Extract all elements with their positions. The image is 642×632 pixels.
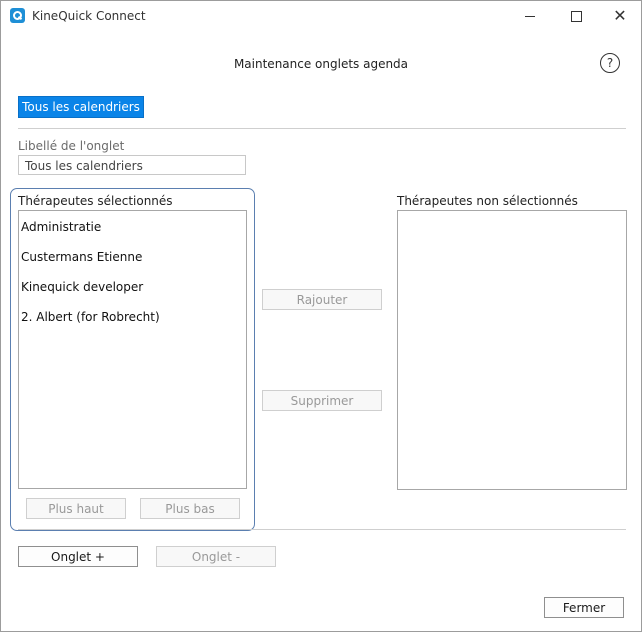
maximize-icon bbox=[570, 10, 582, 22]
list-item[interactable]: Kinequick developer bbox=[21, 280, 143, 294]
tab-name-input[interactable]: Tous les calendriers bbox=[18, 155, 246, 175]
list-item[interactable]: Administratie bbox=[21, 220, 101, 234]
add-button[interactable]: Rajouter bbox=[262, 289, 382, 310]
selected-therapists-list[interactable]: Administratie Custermans Etienne Kinequi… bbox=[18, 210, 247, 489]
tab-all-calendars[interactable]: Tous les calendriers bbox=[18, 96, 144, 118]
divider bbox=[18, 128, 626, 129]
unselected-therapists-label: Thérapeutes non sélectionnés bbox=[397, 194, 578, 208]
kinequick-app-icon bbox=[10, 8, 25, 23]
minimize-button[interactable] bbox=[507, 1, 553, 31]
remove-button[interactable]: Supprimer bbox=[262, 390, 382, 411]
maximize-button[interactable] bbox=[553, 1, 599, 31]
list-item[interactable]: Custermans Etienne bbox=[21, 250, 142, 264]
list-item[interactable]: 2. Albert (for Robrecht) bbox=[21, 310, 160, 324]
close-window-button[interactable]: ✕ bbox=[597, 1, 642, 31]
unselected-therapists-list[interactable] bbox=[397, 210, 627, 490]
minimize-icon bbox=[525, 15, 535, 17]
selected-therapists-label: Thérapeutes sélectionnés bbox=[18, 194, 173, 208]
move-up-button[interactable]: Plus haut bbox=[26, 498, 126, 519]
add-tab-button[interactable]: Onglet + bbox=[18, 546, 138, 567]
page-title: Maintenance onglets agenda bbox=[233, 57, 409, 71]
remove-tab-button[interactable]: Onglet - bbox=[156, 546, 276, 567]
close-button[interactable]: Fermer bbox=[544, 597, 624, 618]
window-title: KineQuick Connect bbox=[32, 9, 146, 23]
move-down-button[interactable]: Plus bas bbox=[140, 498, 240, 519]
title-bar: KineQuick Connect ✕ bbox=[1, 1, 641, 31]
help-icon[interactable]: ? bbox=[600, 53, 620, 73]
divider bbox=[18, 529, 626, 530]
tab-name-label: Libellé de l'onglet bbox=[18, 139, 125, 153]
dialog-window: KineQuick Connect ✕ Maintenance onglets … bbox=[0, 0, 642, 632]
close-icon: ✕ bbox=[613, 6, 627, 25]
